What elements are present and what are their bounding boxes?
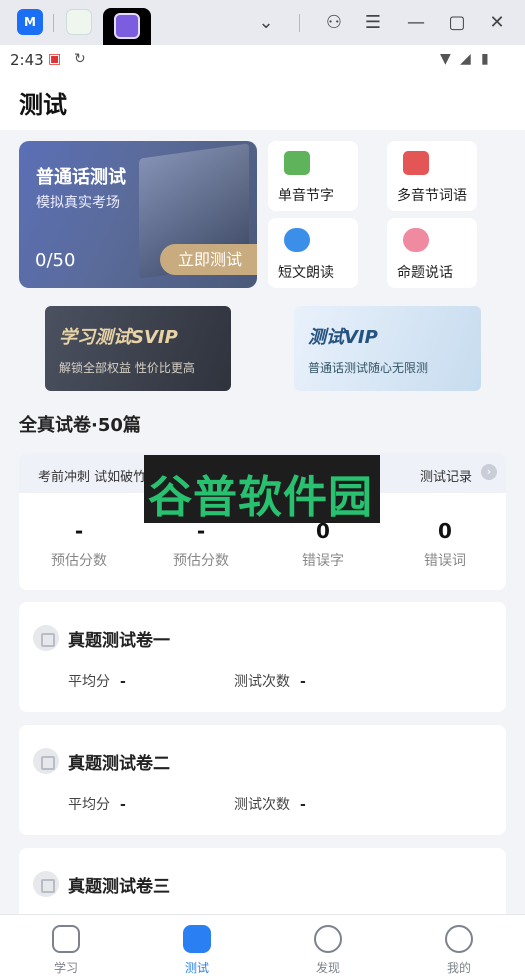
nav-study[interactable]: 学习 bbox=[26, 925, 106, 976]
status-time: 2:43 bbox=[10, 51, 44, 69]
hero-title: 普通话测试 bbox=[36, 167, 126, 188]
vip-banner[interactable]: 测试VIP 普通话测试随心无限测 bbox=[294, 306, 481, 391]
face-icon bbox=[445, 925, 473, 953]
page-title: 测试 bbox=[19, 91, 67, 119]
vip-title: 测试VIP bbox=[308, 327, 378, 348]
maximize-icon[interactable]: ▢ bbox=[446, 12, 468, 34]
hero-progress: 0/50 bbox=[35, 250, 76, 271]
smile-face-icon bbox=[403, 228, 429, 252]
count-label: 测试次数 bbox=[234, 797, 290, 813]
svip-title: 学习测试SVIP bbox=[59, 327, 178, 348]
status-bar: 2:43 ▣ ↻ ▼ ◢ ▮ bbox=[0, 45, 525, 75]
nav-mine[interactable]: 我的 bbox=[419, 925, 499, 976]
wifi-icon: ▼ bbox=[440, 51, 451, 67]
paper-card[interactable]: 真题测试卷一 平均分 - 测试次数 - bbox=[19, 602, 506, 712]
stat-label: 错误词 bbox=[424, 553, 466, 569]
stat-wrong-words: 0 错误词 bbox=[385, 519, 505, 570]
nav-label: 发现 bbox=[315, 961, 340, 975]
stat-label: 预估分数 bbox=[173, 553, 229, 569]
app-tab-m[interactable]: M bbox=[17, 9, 43, 35]
app-tab-game-icon[interactable] bbox=[66, 9, 92, 35]
avg-value: - bbox=[120, 797, 126, 813]
tv-icon bbox=[52, 925, 80, 953]
category-topic-speaking[interactable]: 命题说话 bbox=[387, 218, 477, 288]
svip-banner[interactable]: 学习测试SVIP 解锁全部权益 性价比更高 bbox=[45, 306, 231, 391]
count-value: - bbox=[300, 674, 306, 690]
category-label: 命题说话 bbox=[397, 265, 453, 281]
app-tab-active-icon[interactable] bbox=[114, 13, 140, 39]
nav-label: 我的 bbox=[446, 961, 471, 975]
avg-label: 平均分 bbox=[68, 797, 110, 813]
stat-wrong-chars: 0 错误字 bbox=[263, 519, 383, 570]
chevron-right-icon[interactable]: › bbox=[481, 464, 497, 480]
toolbar-divider bbox=[299, 14, 300, 32]
stat-label: 预估分数 bbox=[51, 553, 107, 569]
start-test-button[interactable]: 立即测试 bbox=[160, 244, 257, 275]
watermark-logo: 谷普软件园 bbox=[144, 455, 380, 523]
sync-icon: ↻ bbox=[74, 51, 86, 67]
stats-slogan: 考前冲刺 试如破竹 bbox=[38, 470, 147, 485]
paper-avg: 平均分 - bbox=[68, 671, 126, 691]
avg-value: - bbox=[120, 674, 126, 690]
menu-update-icon[interactable]: ☰ bbox=[362, 12, 384, 34]
paper-count: 测试次数 - bbox=[234, 671, 306, 691]
tab-divider bbox=[53, 14, 54, 32]
count-label: 测试次数 bbox=[234, 674, 290, 690]
category-label: 短文朗读 bbox=[278, 265, 334, 281]
category-single-syllable[interactable]: 单音节字 bbox=[268, 141, 358, 211]
stat-estimated-score: - 预估分数 bbox=[141, 519, 261, 570]
nav-test[interactable]: 测试 bbox=[157, 925, 237, 976]
compass-icon bbox=[314, 925, 342, 953]
stat-value: - bbox=[74, 519, 84, 543]
paper-title: 真题测试卷三 bbox=[68, 877, 170, 897]
paper-title: 真题测试卷一 bbox=[68, 631, 170, 651]
signal-icon: ◢ bbox=[460, 51, 471, 67]
bottom-nav: 学习 测试 发现 我的 bbox=[0, 914, 525, 979]
category-label: 单音节字 bbox=[278, 188, 334, 204]
paper-icon bbox=[33, 748, 59, 774]
stat-estimated-score: - 预估分数 bbox=[19, 519, 139, 570]
user-icon[interactable]: ⚇ bbox=[323, 12, 345, 34]
battery-icon: ▮ bbox=[481, 51, 489, 67]
nav-label: 学习 bbox=[53, 961, 78, 975]
category-label: 多音节词语 bbox=[397, 188, 467, 204]
nav-discover[interactable]: 发现 bbox=[288, 925, 368, 976]
vip-subtitle: 普通话测试随心无限测 bbox=[308, 361, 429, 375]
book-icon bbox=[403, 151, 429, 175]
paper-icon bbox=[33, 625, 59, 651]
book-icon bbox=[284, 151, 310, 175]
section-title: 全真试卷·50篇 bbox=[19, 415, 141, 436]
nav-label: 测试 bbox=[184, 961, 209, 975]
hero-subtitle: 模拟真实考场 bbox=[36, 195, 120, 211]
category-multi-syllable[interactable]: 多音节词语 bbox=[387, 141, 477, 211]
mandarin-test-card[interactable]: 普通话测试 模拟真实考场 0/50 立即测试 bbox=[19, 141, 257, 288]
minimize-icon[interactable]: — bbox=[405, 12, 427, 34]
app-m-icon: M bbox=[24, 15, 36, 29]
chat-bubble-icon bbox=[284, 228, 310, 252]
stat-label: 错误字 bbox=[302, 553, 344, 569]
paper-count: 测试次数 - bbox=[234, 794, 306, 814]
watermark-text: 谷普软件园 bbox=[148, 472, 373, 523]
paper-card[interactable]: 真题测试卷二 平均分 - 测试次数 - bbox=[19, 725, 506, 835]
category-passage-reading[interactable]: 短文朗读 bbox=[268, 218, 358, 288]
paper-title: 真题测试卷二 bbox=[68, 754, 170, 774]
test-record-link[interactable]: 测试记录 bbox=[420, 466, 472, 485]
paper-avg: 平均分 - bbox=[68, 794, 126, 814]
avg-label: 平均分 bbox=[68, 674, 110, 690]
page-header: 测试 bbox=[0, 75, 525, 130]
chevron-down-icon[interactable]: ⌄ bbox=[255, 12, 277, 34]
svip-subtitle: 解锁全部权益 性价比更高 bbox=[59, 361, 195, 375]
chart-monitor-icon bbox=[183, 925, 211, 953]
notification-icon: ▣ bbox=[48, 51, 62, 67]
count-value: - bbox=[300, 797, 306, 813]
close-icon[interactable]: ✕ bbox=[486, 12, 508, 34]
paper-icon bbox=[33, 871, 59, 897]
window-bar: M ⌄ ⚇ ☰ — ▢ ✕ bbox=[0, 0, 525, 45]
stat-value: 0 bbox=[438, 519, 452, 543]
